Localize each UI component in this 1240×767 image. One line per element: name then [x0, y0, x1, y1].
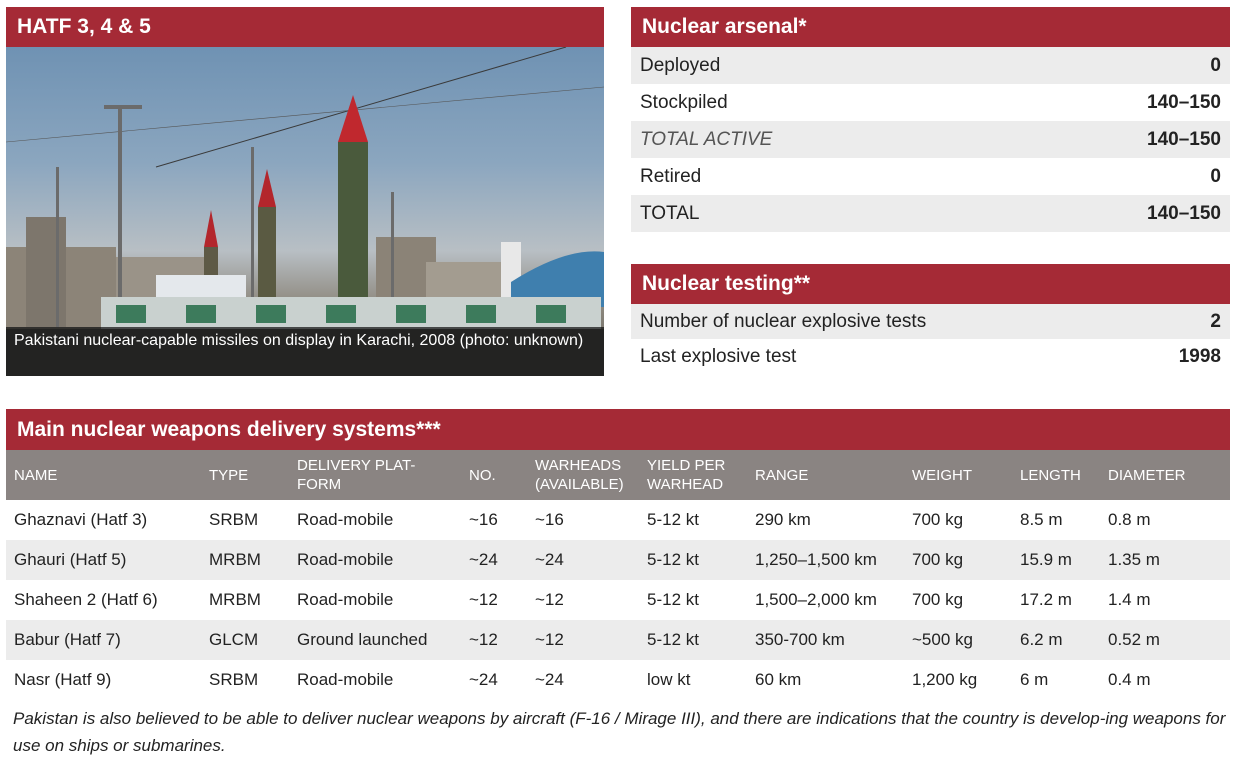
column-header-length: LENGTH: [1012, 450, 1100, 500]
nuclear-arsenal-panel: Nuclear arsenal* Deployed 0 Stockpiled 1…: [631, 7, 1230, 232]
photo-caption: Pakistani nuclear-capable missiles on di…: [6, 327, 604, 376]
table-cell: 17.2 m: [1020, 590, 1072, 609]
testing-row-value: 2: [1210, 310, 1221, 332]
testing-row-value: 1998: [1178, 345, 1221, 367]
table-cell: 0.8 m: [1108, 510, 1151, 529]
arsenal-row-value: 140–150: [1147, 202, 1221, 224]
arsenal-row-label: Deployed: [640, 54, 721, 76]
arsenal-row-label: Retired: [640, 165, 702, 187]
table-cell: Road-mobile: [297, 510, 394, 529]
table-cell: ~16: [469, 510, 498, 529]
nuclear-testing-panel: Nuclear testing** Number of nuclear expl…: [631, 264, 1230, 374]
table-cell: ~24: [469, 670, 498, 689]
testing-row-label: Last explosive test: [640, 345, 797, 367]
table-cell: Babur (Hatf 7): [6, 620, 201, 660]
table-cell: SRBM: [209, 510, 259, 529]
table-cell: 5-12 kt: [647, 590, 699, 609]
table-cell: 5-12 kt: [639, 540, 747, 580]
arsenal-row-deployed: Deployed 0: [631, 47, 1230, 84]
table-cell: ~500 kg: [904, 620, 1012, 660]
arsenal-row-retired: Retired 0: [631, 158, 1230, 195]
delivery-systems-table: NAME TYPE DELIVERY PLAT- FORM NO. WARHEA…: [6, 450, 1230, 700]
testing-row-label: Number of nuclear explosive tests: [640, 310, 927, 332]
table-row: Ghauri (Hatf 5) MRBM Road-mobile ~24 ~24…: [6, 540, 1230, 580]
arsenal-row-stockpiled: Stockpiled 140–150: [631, 84, 1230, 121]
table-cell: Road-mobile: [289, 540, 461, 580]
table-cell: SRBM: [209, 670, 259, 689]
table-cell: 700 kg: [912, 510, 964, 529]
column-header-warheads: WARHEADS (AVAILABLE): [527, 450, 639, 500]
photo-panel: HATF 3, 4 & 5 Pakistani nuclear-capable …: [6, 7, 604, 376]
table-cell: 6.2 m: [1012, 620, 1100, 660]
table-cell: Ghaznavi (Hatf 3): [14, 510, 148, 529]
table-cell: 6 m: [1020, 670, 1049, 689]
column-header-delivery-platform: DELIVERY PLAT- FORM: [289, 450, 461, 500]
table-cell: Ghauri (Hatf 5): [6, 540, 201, 580]
table-cell: 1.35 m: [1100, 540, 1230, 580]
table-cell: ~12: [527, 620, 639, 660]
arsenal-row-value: 140–150: [1147, 128, 1221, 150]
table-cell: ~12: [469, 590, 498, 609]
table-cell: ~12: [461, 620, 527, 660]
arsenal-row-total-active: TOTAL ACTIVE 140–150: [631, 121, 1230, 158]
table-cell: GLCM: [201, 620, 289, 660]
footnote: Pakistan is also believed to be able to …: [13, 709, 1226, 755]
table-cell: 700 kg: [912, 590, 964, 609]
table-cell: 15.9 m: [1012, 540, 1100, 580]
table-cell: ~12: [535, 590, 564, 609]
table-cell: ~24: [535, 670, 564, 689]
table-cell: 700 kg: [904, 540, 1012, 580]
table-cell: MRBM: [209, 590, 261, 609]
table-cell: 8.5 m: [1020, 510, 1063, 529]
arsenal-row-label: TOTAL: [640, 202, 700, 224]
table-cell: 350-700 km: [747, 620, 904, 660]
table-cell: ~24: [461, 540, 527, 580]
table-cell: low kt: [647, 670, 691, 689]
table-cell: Shaheen 2 (Hatf 6): [14, 590, 158, 609]
table-header-row: NAME TYPE DELIVERY PLAT- FORM NO. WARHEA…: [6, 450, 1230, 500]
table-cell: 5-12 kt: [639, 620, 747, 660]
table-cell: Ground launched: [289, 620, 461, 660]
arsenal-row-value: 0: [1210, 54, 1221, 76]
testing-row-explosive-tests: Number of nuclear explosive tests 2: [631, 304, 1230, 339]
arsenal-row-value: 140–150: [1147, 91, 1221, 113]
arsenal-row-label: TOTAL ACTIVE: [640, 128, 773, 150]
table-row: Ghaznavi (Hatf 3) SRBM Road-mobile ~16 ~…: [6, 500, 1230, 540]
testing-row-last-test: Last explosive test 1998: [631, 339, 1230, 374]
table-cell: Road-mobile: [297, 670, 394, 689]
table-cell: 0.4 m: [1108, 670, 1151, 689]
column-header-yield: YIELD PER WARHEAD: [639, 450, 747, 500]
table-cell: 1,500–2,000 km: [755, 590, 877, 609]
table-cell: 0.52 m: [1100, 620, 1230, 660]
arsenal-row-label: Stockpiled: [640, 91, 728, 113]
column-header-no: NO.: [461, 450, 527, 500]
table-row: Babur (Hatf 7) GLCM Ground launched ~12 …: [6, 620, 1230, 660]
nuclear-arsenal-title: Nuclear arsenal*: [631, 7, 1230, 47]
missile-photo: Pakistani nuclear-capable missiles on di…: [6, 47, 604, 376]
table-row: Shaheen 2 (Hatf 6) MRBM Road-mobile ~12 …: [6, 580, 1230, 620]
table-cell: 1,200 kg: [912, 670, 978, 689]
nuclear-testing-title: Nuclear testing**: [631, 264, 1230, 304]
table-cell: Nasr (Hatf 9): [14, 670, 112, 689]
table-cell: 1,250–1,500 km: [747, 540, 904, 580]
table-cell: 5-12 kt: [647, 510, 699, 529]
column-header-type: TYPE: [201, 450, 289, 500]
column-header-name: NAME: [6, 450, 201, 500]
table-cell: 1.4 m: [1108, 590, 1151, 609]
column-header-diameter: DIAMETER: [1100, 450, 1230, 500]
table-cell: Road-mobile: [297, 590, 394, 609]
column-header-range: RANGE: [747, 450, 904, 500]
table-cell: ~16: [535, 510, 564, 529]
table-row: Nasr (Hatf 9) SRBM Road-mobile ~24 ~24 l…: [6, 660, 1230, 700]
table-cell: 290 km: [755, 510, 811, 529]
arsenal-row-total: TOTAL 140–150: [631, 195, 1230, 232]
delivery-systems-title: Main nuclear weapons delivery systems***: [6, 409, 1230, 450]
delivery-systems-panel: Main nuclear weapons delivery systems***…: [6, 409, 1230, 700]
table-cell: ~24: [527, 540, 639, 580]
table-cell: 60 km: [755, 670, 802, 689]
photo-panel-title: HATF 3, 4 & 5: [6, 7, 604, 47]
table-cell: MRBM: [201, 540, 289, 580]
arsenal-row-value: 0: [1210, 165, 1221, 187]
column-header-weight: WEIGHT: [904, 450, 1012, 500]
